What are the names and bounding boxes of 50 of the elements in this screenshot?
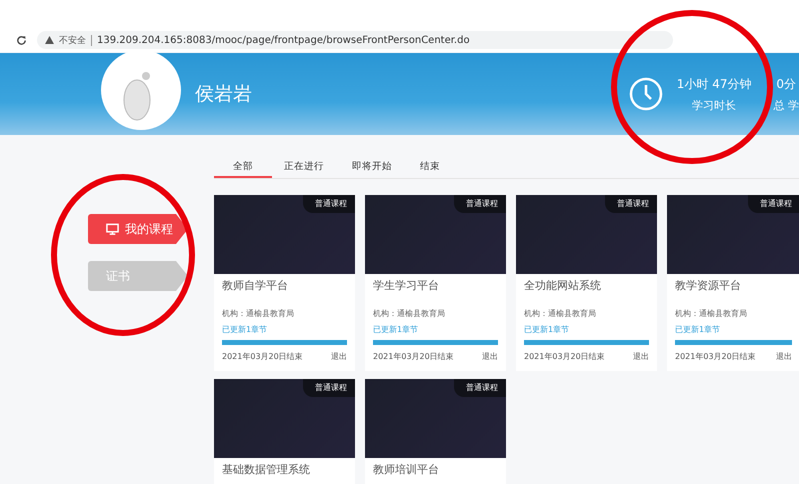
course-org: 机构：通榆县教育局: [675, 308, 748, 319]
course-card[interactable]: 普通课程 教学资源平台 机构：通榆县教育局 已更新1章节 2021年03月20日结束 退出: [667, 195, 799, 371]
stat-label: 总 学: [774, 98, 799, 112]
course-card[interactable]: 普通课程 基础数据管理系统: [214, 379, 355, 484]
course-tag: 普通课程: [454, 195, 506, 213]
course-title: 教学资源平台: [675, 278, 742, 294]
update-note: 已更新1章节: [222, 324, 268, 335]
reload-icon[interactable]: [16, 34, 27, 46]
course-org: 机构：通榆县教育局: [524, 308, 597, 319]
course-title: 教师培训平台: [373, 462, 440, 478]
url-text[interactable]: 139.209.204.165:8083/mooc/page/frontpage/browseFrontPersonCenter.do: [97, 34, 470, 46]
course-org: 机构：通榆县教育局: [222, 308, 295, 319]
course-card[interactable]: 普通课程 学生学习平台 机构：通榆县教育局 已更新1章节 2021年03月20日结束 退出: [365, 195, 506, 371]
filter-tab[interactable]: 结束: [410, 157, 450, 178]
filter-tab[interactable]: 即将开始: [342, 157, 402, 178]
quit-link[interactable]: 退出: [331, 351, 347, 362]
course-card[interactable]: 普通课程 全功能网站系统 机构：通榆县教育局 已更新1章节 2021年03月20日结束 退出: [516, 195, 657, 371]
course-tag: 普通课程: [748, 195, 799, 213]
quit-link[interactable]: 退出: [633, 351, 649, 362]
course-title: 学生学习平台: [373, 278, 440, 294]
stat-label: 学习时长: [692, 98, 736, 112]
course-title: 基础数据管理系统: [222, 462, 311, 478]
user-name: 侯岩岩: [195, 82, 252, 107]
update-note: 已更新1章节: [373, 324, 420, 335]
stat-value: 0分: [776, 76, 796, 92]
update-note: 已更新1章节: [675, 324, 722, 335]
filter-tab[interactable]: 全部: [214, 157, 272, 178]
stat-value: 1小时 47分钟: [676, 76, 752, 92]
course-tag: 普通课程: [303, 379, 355, 397]
security-label: 不安全: [59, 34, 86, 46]
end-date: 2021年03月20日结束: [222, 351, 303, 362]
course-title: 全功能网站系统: [524, 278, 602, 294]
quit-link[interactable]: 退出: [776, 351, 792, 362]
course-tag: 普通课程: [454, 379, 506, 397]
end-date: 2021年03月20日结束: [524, 351, 605, 362]
sidebar-item[interactable]: 我的课程: [88, 214, 188, 244]
quit-link[interactable]: 退出: [482, 351, 498, 362]
course-org: 机构：通榆县教育局: [373, 308, 446, 319]
clock-icon: [628, 77, 663, 111]
course-tag: 普通课程: [605, 195, 657, 213]
warning-icon: [45, 36, 54, 44]
end-date: 2021年03月20日结束: [373, 351, 454, 362]
course-title: 教师自学平台: [222, 278, 289, 294]
course-tag: 普通课程: [303, 195, 355, 213]
end-date: 2021年03月20日结束: [675, 351, 756, 362]
filter-tab[interactable]: 正在进行: [274, 157, 334, 178]
update-note: 已更新1章节: [524, 324, 570, 335]
course-card[interactable]: 普通课程 教师自学平台 机构：通榆县教育局 已更新1章节 2021年03月20日结束 退出: [214, 195, 355, 371]
monitor-icon: [106, 223, 119, 235]
course-card[interactable]: 普通课程 教师培训平台: [365, 379, 506, 484]
